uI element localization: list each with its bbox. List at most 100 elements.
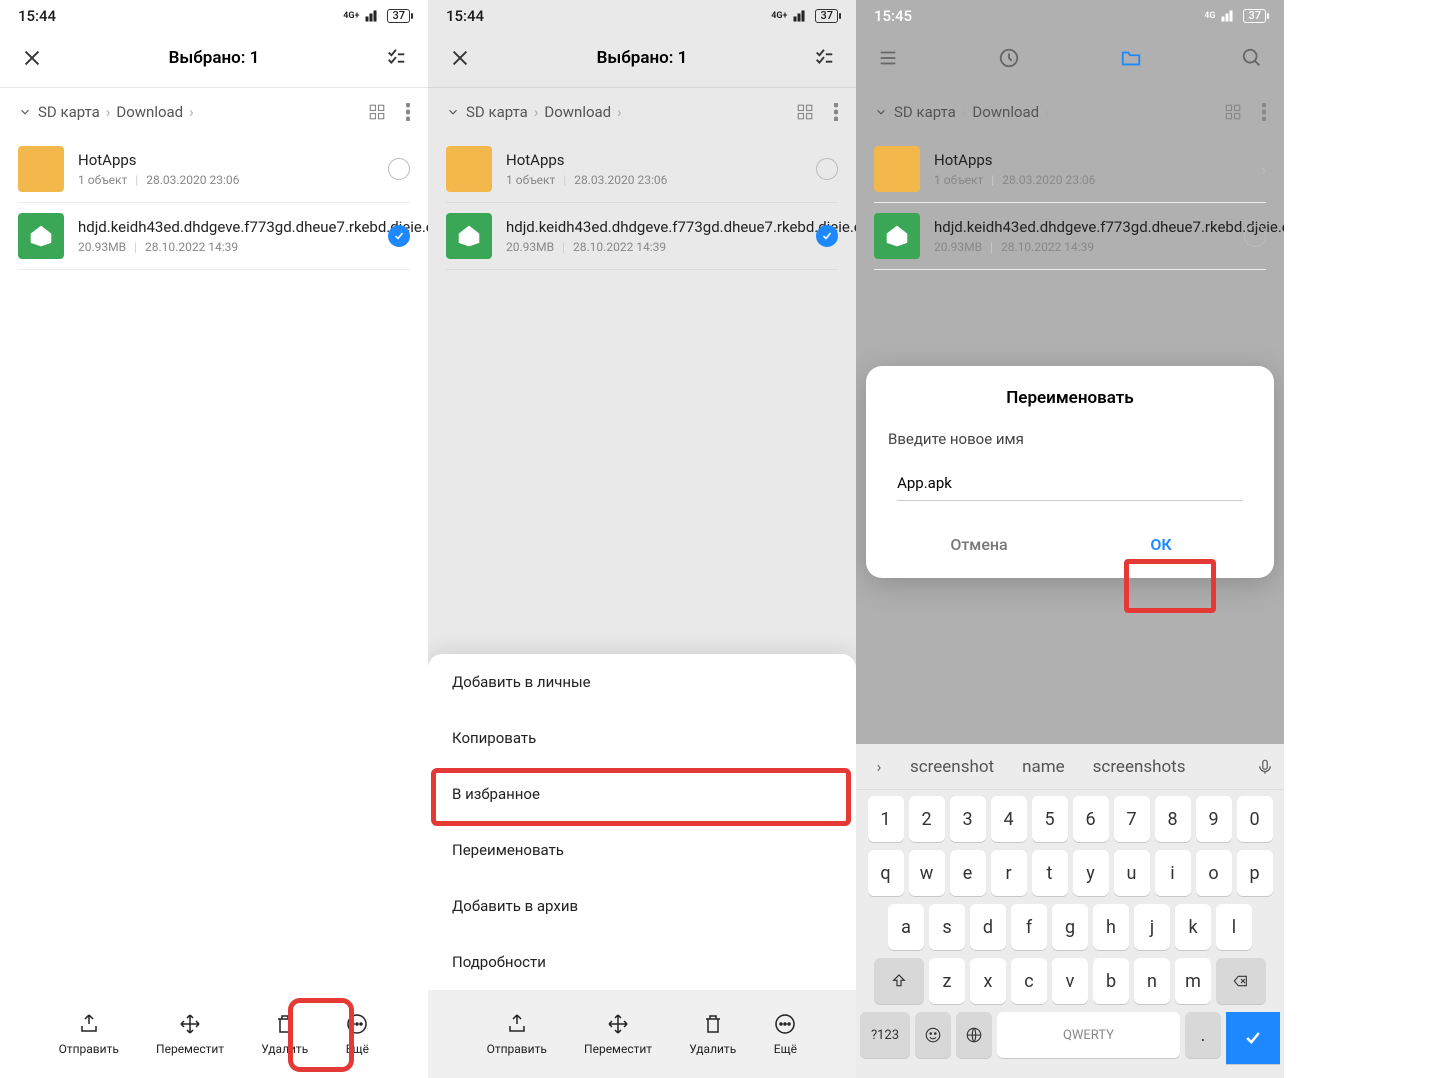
more-vert-icon[interactable] — [834, 103, 838, 121]
menu-icon[interactable] — [874, 44, 902, 72]
list-item[interactable]: HotApps 1 объект| 28.03.2020 23:06 — [446, 136, 838, 203]
key-o[interactable]: o — [1196, 850, 1232, 896]
list-item[interactable]: hdjd.keidh43ed.dhdgeve.f773gd.dheue7.rke… — [446, 203, 838, 270]
key-a[interactable]: a — [888, 904, 924, 950]
key-v[interactable]: v — [1052, 958, 1088, 1004]
key-r[interactable]: r — [991, 850, 1027, 896]
send-button[interactable]: Отправить — [487, 1012, 547, 1056]
list-item[interactable]: HotApps 1 объект| 28.03.2020 23:06 — [18, 136, 410, 203]
menu-rename[interactable]: Переименовать — [428, 822, 856, 878]
menu-favorite[interactable]: В избранное — [428, 766, 856, 822]
key-2[interactable]: 2 — [909, 796, 945, 842]
grid-view-icon[interactable] — [368, 103, 386, 121]
close-icon[interactable] — [446, 44, 474, 72]
key-6[interactable]: 6 — [1073, 796, 1109, 842]
key-u[interactable]: u — [1114, 850, 1150, 896]
key-5[interactable]: 5 — [1032, 796, 1068, 842]
list-item[interactable]: hdjd.keidh43ed.dhdgeve.f773gd.dheue7.rke… — [18, 203, 410, 270]
menu-details[interactable]: Подробности — [428, 934, 856, 990]
key-0[interactable]: 0 — [1237, 796, 1273, 842]
suggestion[interactable]: screenshots — [1083, 757, 1196, 777]
key-h[interactable]: h — [1093, 904, 1129, 950]
list-item[interactable]: hdjd.keidh43ed.dhdgeve.f773gd.dheue7.rke… — [874, 203, 1266, 270]
battery-icon: 37 — [1243, 9, 1266, 23]
move-button[interactable]: Переместит — [156, 1012, 224, 1056]
key-d[interactable]: d — [970, 904, 1006, 950]
key-8[interactable]: 8 — [1155, 796, 1191, 842]
breadcrumb[interactable]: SD карта › Download › — [874, 103, 1050, 121]
select-check[interactable] — [388, 158, 410, 180]
apk-icon — [18, 213, 64, 259]
space-key[interactable]: QWERTY — [997, 1012, 1180, 1058]
move-button[interactable]: Переместит — [584, 1012, 652, 1056]
key-i[interactable]: i — [1155, 850, 1191, 896]
grid-view-icon[interactable] — [1224, 103, 1242, 121]
more-vert-icon[interactable] — [1262, 103, 1266, 121]
key-c[interactable]: c — [1011, 958, 1047, 1004]
key-7[interactable]: 7 — [1114, 796, 1150, 842]
key-e[interactable]: e — [950, 850, 986, 896]
key-1[interactable]: 1 — [868, 796, 904, 842]
chevron-right-icon[interactable]: › — [866, 754, 892, 780]
period-key[interactable]: . — [1185, 1012, 1221, 1058]
grid-view-icon[interactable] — [796, 103, 814, 121]
key-p[interactable]: p — [1237, 850, 1273, 896]
key-x[interactable]: x — [970, 958, 1006, 1004]
select-all-icon[interactable] — [382, 44, 410, 72]
send-button[interactable]: Отправить — [59, 1012, 119, 1056]
suggestion[interactable]: screenshot — [900, 757, 1004, 777]
more-vert-icon[interactable] — [406, 103, 410, 121]
select-check[interactable] — [816, 225, 838, 247]
filename-input[interactable] — [897, 466, 1243, 501]
key-z[interactable]: z — [929, 958, 965, 1004]
more-button[interactable]: Ещё — [773, 1012, 797, 1056]
menu-copy[interactable]: Копировать — [428, 710, 856, 766]
folder-icon — [446, 146, 492, 192]
search-icon[interactable] — [1238, 44, 1266, 72]
key-f[interactable]: f — [1011, 904, 1047, 950]
folder-tab-icon[interactable] — [1117, 44, 1145, 72]
list-item[interactable]: HotApps 1 объект| 28.03.2020 23:06 › — [874, 136, 1266, 203]
key-g[interactable]: g — [1052, 904, 1088, 950]
key-9[interactable]: 9 — [1196, 796, 1232, 842]
emoji-key[interactable] — [915, 1012, 951, 1058]
select-check[interactable] — [388, 225, 410, 247]
key-t[interactable]: t — [1032, 850, 1068, 896]
language-key[interactable] — [956, 1012, 992, 1058]
breadcrumb[interactable]: SD карта › Download › — [446, 103, 622, 121]
key-4[interactable]: 4 — [991, 796, 1027, 842]
symbols-key[interactable]: ?123 — [860, 1012, 910, 1058]
select-check[interactable] — [1244, 225, 1266, 247]
shift-key[interactable] — [874, 958, 924, 1004]
select-check[interactable] — [816, 158, 838, 180]
close-icon[interactable] — [18, 44, 46, 72]
mic-icon[interactable] — [1256, 758, 1274, 776]
key-y[interactable]: y — [1073, 850, 1109, 896]
suggestion[interactable]: name — [1012, 757, 1075, 777]
backspace-key[interactable] — [1216, 958, 1266, 1004]
key-n[interactable]: n — [1134, 958, 1170, 1004]
key-j[interactable]: j — [1134, 904, 1170, 950]
breadcrumb[interactable]: SD карта › Download › — [18, 103, 194, 121]
ok-button[interactable]: ОК — [1070, 521, 1252, 568]
more-button[interactable]: Ещё — [345, 1012, 369, 1056]
key-w[interactable]: w — [909, 850, 945, 896]
item-meta: 1 объект — [506, 173, 555, 187]
select-all-icon[interactable] — [810, 44, 838, 72]
menu-add-private[interactable]: Добавить в личные — [428, 654, 856, 710]
keyboard: › screenshot name screenshots 1 2 3 4 5 … — [856, 744, 1284, 1078]
breadcrumb-sub: Download — [116, 103, 183, 121]
key-m[interactable]: m — [1175, 958, 1211, 1004]
delete-button[interactable]: Удалить — [689, 1012, 736, 1056]
key-l[interactable]: l — [1216, 904, 1252, 950]
key-s[interactable]: s — [929, 904, 965, 950]
enter-key[interactable] — [1226, 1012, 1280, 1064]
menu-archive[interactable]: Добавить в архив — [428, 878, 856, 934]
recent-icon[interactable] — [995, 44, 1023, 72]
cancel-button[interactable]: Отмена — [888, 521, 1070, 568]
key-b[interactable]: b — [1093, 958, 1129, 1004]
key-k[interactable]: k — [1175, 904, 1211, 950]
key-q[interactable]: q — [868, 850, 904, 896]
key-3[interactable]: 3 — [950, 796, 986, 842]
delete-button[interactable]: Удалить — [261, 1012, 308, 1056]
